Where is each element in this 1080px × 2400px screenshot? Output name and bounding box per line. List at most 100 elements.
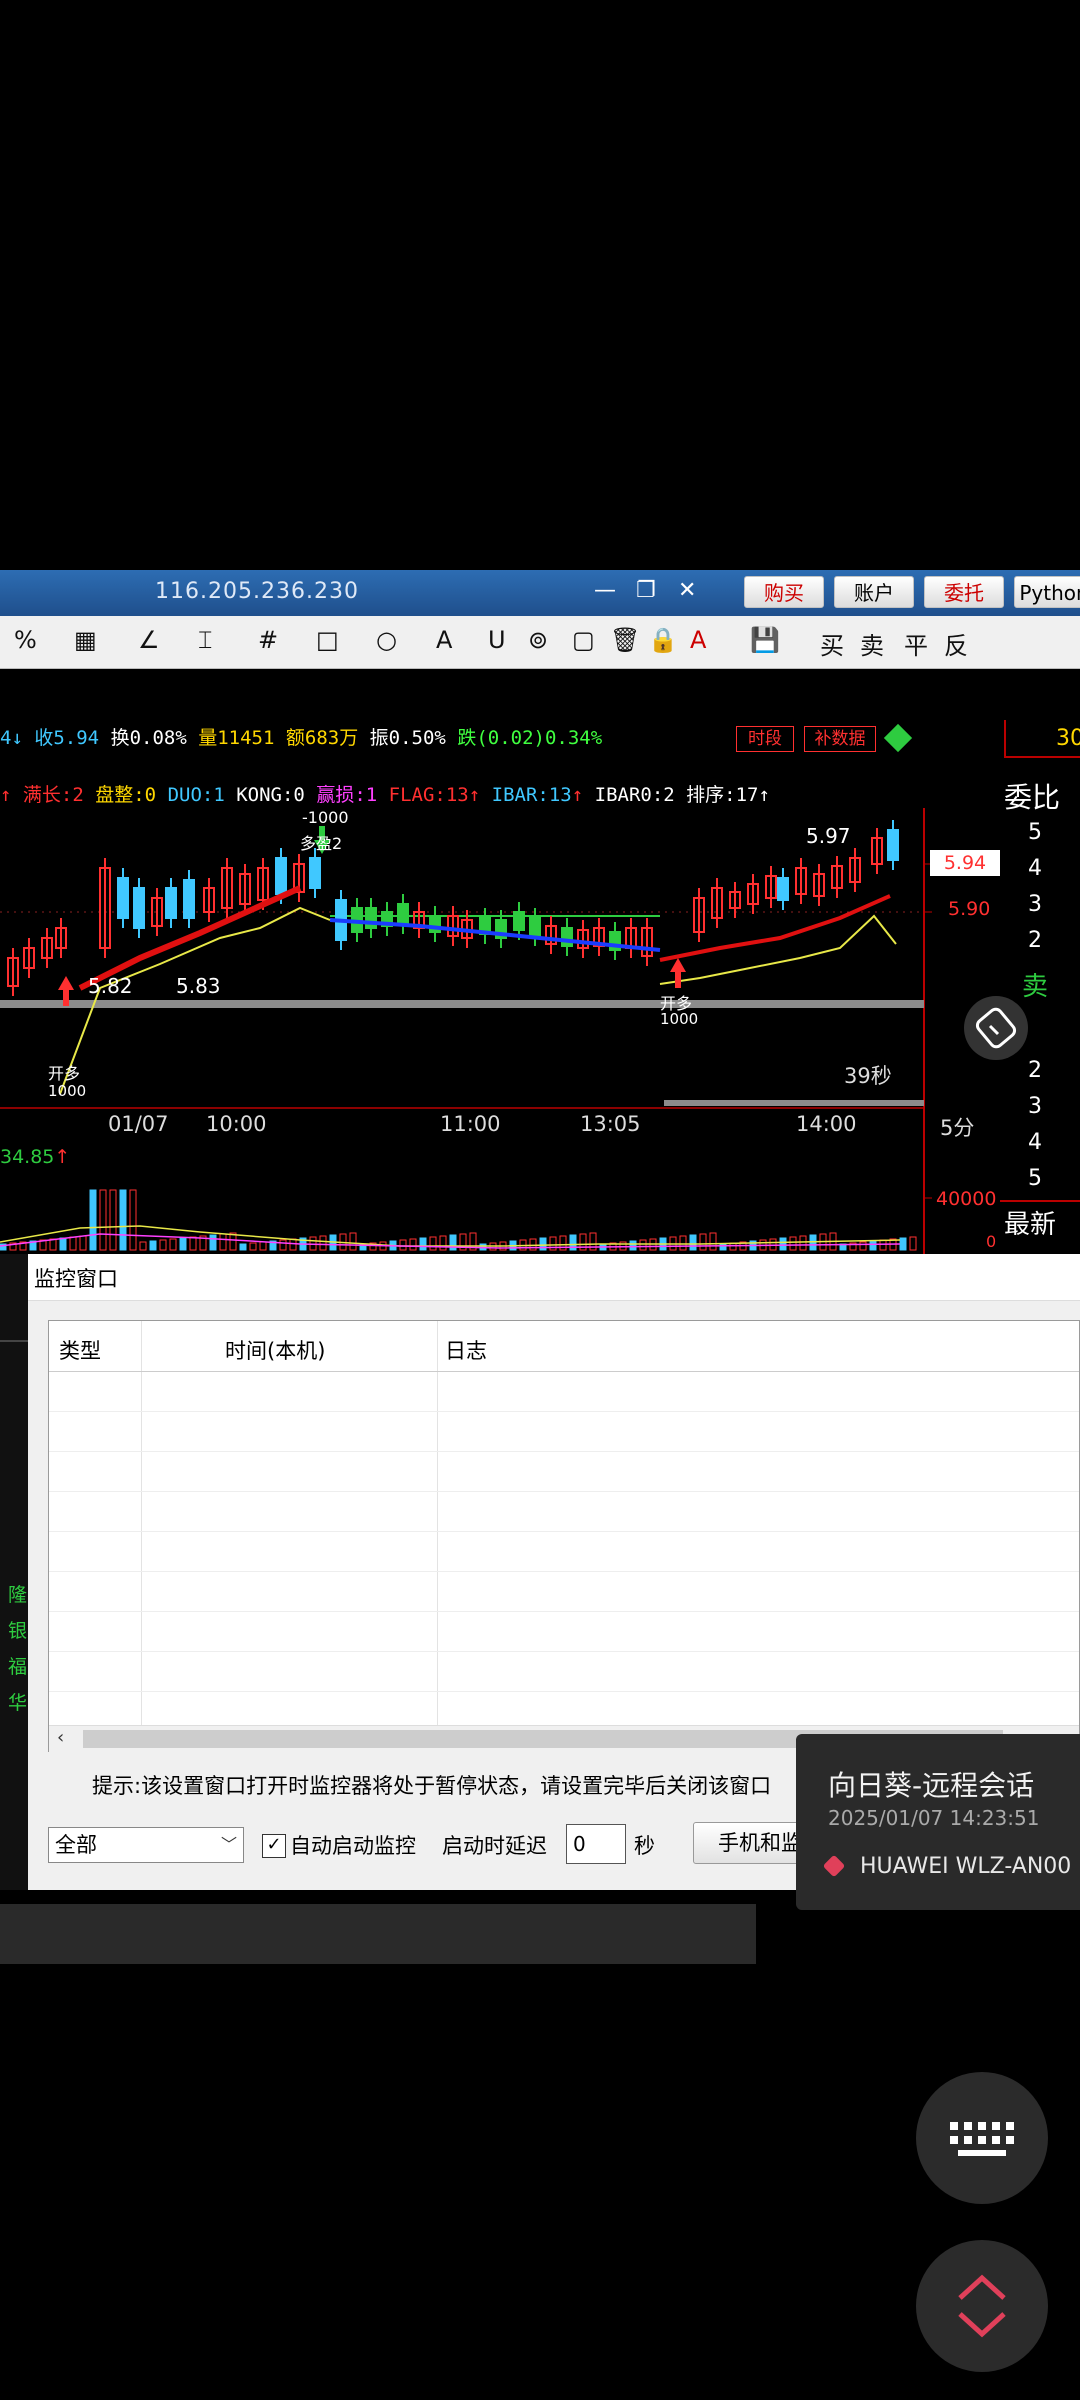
quote-amount: 额683万 — [285, 727, 359, 749]
auto-start-checkbox[interactable]: ✓ — [262, 1834, 286, 1858]
keyboard-button[interactable] — [916, 2072, 1048, 2204]
ind-i: 排序:17 — [686, 784, 759, 806]
drawing-toolbar: % ▦ ∠ ⌶ # □ ○ A U ⊚ ▢ 🗑 🔒 A 💾 买 卖 平 反 — [0, 616, 1080, 669]
buy-arrow-2-icon — [670, 958, 686, 988]
log-filter-select[interactable]: 全部 ﹀ — [48, 1827, 244, 1863]
python-button[interactable]: Python — [1014, 576, 1080, 608]
angle-icon[interactable]: ∠ — [138, 626, 160, 654]
order-button[interactable]: 委托 — [924, 576, 1004, 608]
open-long-qty-1: 1000 — [48, 1082, 87, 1100]
notification-title: 向日葵-远程会话 — [828, 1769, 1035, 1802]
device-icon — [822, 1854, 846, 1878]
bracket-icon[interactable]: ⌶ — [198, 626, 212, 654]
column-header-type[interactable]: 类型 — [59, 1335, 101, 1365]
ask-level: 3 — [1028, 892, 1042, 917]
refill-data-tag[interactable]: 补数据 — [804, 726, 876, 752]
bid-level: 5 — [1028, 1166, 1042, 1191]
peak-label: 5.97 — [806, 824, 851, 848]
ind-d: KONG:0 — [236, 784, 305, 806]
column-header-time[interactable]: 时间(本机) — [225, 1335, 325, 1365]
scroll-left-icon[interactable]: ‹ — [57, 1727, 64, 1748]
lock-icon[interactable]: 🔒 — [648, 626, 678, 654]
copy-icon[interactable]: ⊚ — [528, 626, 548, 654]
buy-tool-button[interactable]: 买 — [820, 626, 844, 661]
ind-c: DUO:1 — [167, 784, 225, 806]
signal-amount-label: -1000 — [302, 808, 349, 827]
column-header-log[interactable]: 日志 — [445, 1335, 487, 1365]
ask-level: 2 — [1028, 928, 1042, 953]
ind-e: 赢损:1 — [316, 784, 378, 806]
ind-h: IBAR0:2 — [594, 784, 675, 806]
quote-turnover: 换0.08% — [110, 727, 187, 749]
list-item[interactable]: 银 — [8, 1616, 27, 1643]
delay-input[interactable]: 0 — [566, 1824, 626, 1864]
order-book-panel: 30 委比 5 4 3 2 卖 2 3 4 5 最新 — [1000, 720, 1080, 1252]
log-table[interactable]: 类型 时间(本机) 日志 ‹ — [48, 1320, 1080, 1752]
time-axis: 01/07 10:00 11:00 13:05 14:00 — [0, 1108, 924, 1142]
list-item[interactable]: 隆 — [8, 1580, 27, 1607]
close-icon[interactable]: ✕ — [678, 578, 696, 603]
quote-amplitude: 振0.50% — [369, 727, 446, 749]
square-icon[interactable]: ▢ — [572, 626, 595, 654]
delay-unit: 秒 — [634, 1834, 655, 1858]
expand-toggle-button[interactable] — [916, 2240, 1048, 2372]
list-item[interactable]: 华 — [8, 1688, 27, 1715]
close-position-button[interactable]: 平 — [904, 626, 928, 661]
rotate-screen-button[interactable] — [964, 996, 1028, 1060]
ind-g: IBAR:13 — [491, 784, 572, 806]
ind-b: 盘整:0 — [95, 784, 157, 806]
indicator-line: ↑ 满长:2 盘整:0 DUO:1 KONG:0 赢损:1 FLAG:13↑ I… — [0, 784, 770, 806]
time-tick: 13:05 — [580, 1112, 641, 1136]
rotate-icon — [975, 1007, 1017, 1049]
time-tick: 01/07 — [108, 1112, 169, 1136]
quote-right-top: 30 — [1056, 726, 1080, 751]
left-list-strip: 隆 银 福 华 — [0, 1254, 28, 1890]
restore-icon[interactable]: ❐ — [636, 578, 656, 603]
magnet-icon[interactable]: U — [488, 626, 506, 654]
rectangle-icon[interactable]: □ — [316, 626, 339, 654]
open-long-qty-2: 1000 — [660, 1010, 699, 1028]
dialog-hint: 提示:该设置窗口打开时监控器将处于暂停状态，请设置完毕后关闭该窗口 — [92, 1774, 772, 1798]
notification-device: HUAWEI WLZ-AN00 — [860, 1854, 1072, 1879]
bid-level: 4 — [1028, 1130, 1042, 1155]
low-label-1: 5.82 — [88, 974, 133, 998]
dialog-title: 监控窗口 — [34, 1267, 118, 1291]
signal-name-label: 多盈2 — [300, 834, 343, 853]
list-item[interactable]: 福 — [8, 1652, 27, 1679]
quote-prefix: 4 — [0, 727, 12, 749]
remote-session-notification[interactable]: 向日葵-远程会话 2025/01/07 14:23:51 HUAWEI WLZ-… — [796, 1734, 1080, 1910]
ask-level: 4 — [1028, 856, 1042, 881]
latest-label: 最新 — [1004, 1210, 1057, 1240]
ind-f: FLAG:13 — [388, 784, 469, 806]
font-color-icon[interactable]: A — [690, 626, 706, 654]
percent-icon[interactable]: % — [14, 626, 37, 654]
volume-chart — [0, 1142, 932, 1254]
server-ip: 116.205.236.230 — [155, 579, 359, 604]
chevron-up-down-icon — [958, 2274, 1006, 2338]
session-tag[interactable]: 时段 — [736, 726, 794, 752]
dialog-titlebar[interactable]: 监控窗口 — [28, 1254, 1080, 1301]
sell-tool-button[interactable]: 卖 — [860, 626, 884, 661]
price-level-label: 5.90 — [948, 898, 991, 920]
time-tick: 11:00 — [440, 1112, 501, 1136]
ind-a: 满长:2 — [22, 784, 84, 806]
hash-icon[interactable]: # — [258, 626, 278, 654]
time-tick: 10:00 — [206, 1112, 267, 1136]
text-icon[interactable]: A — [436, 626, 452, 654]
grid-icon[interactable]: ▦ — [74, 626, 97, 654]
account-button[interactable]: 账户 — [834, 576, 914, 608]
save-icon[interactable]: 💾 — [750, 626, 780, 654]
buy-button[interactable]: 购买 — [744, 576, 824, 608]
order-ratio-title: 委比 — [1004, 781, 1061, 814]
reverse-button[interactable]: 反 — [944, 626, 968, 661]
circle-icon[interactable]: ○ — [376, 626, 397, 654]
period-label[interactable]: 5分 — [940, 1112, 974, 1142]
quote-change: 跌(0.02)0.34% — [457, 727, 603, 749]
trash-icon[interactable]: 🗑 — [610, 626, 640, 654]
auto-start-label: 自动启动监控 — [290, 1834, 416, 1858]
open-long-label-1: 开多 — [48, 1064, 81, 1083]
delay-label: 启动时延迟 — [442, 1834, 547, 1858]
chevron-down-icon: ﹀ — [220, 1835, 237, 1854]
countdown-timer: 39秒 — [844, 1064, 892, 1088]
minimize-icon[interactable]: — — [594, 578, 616, 603]
